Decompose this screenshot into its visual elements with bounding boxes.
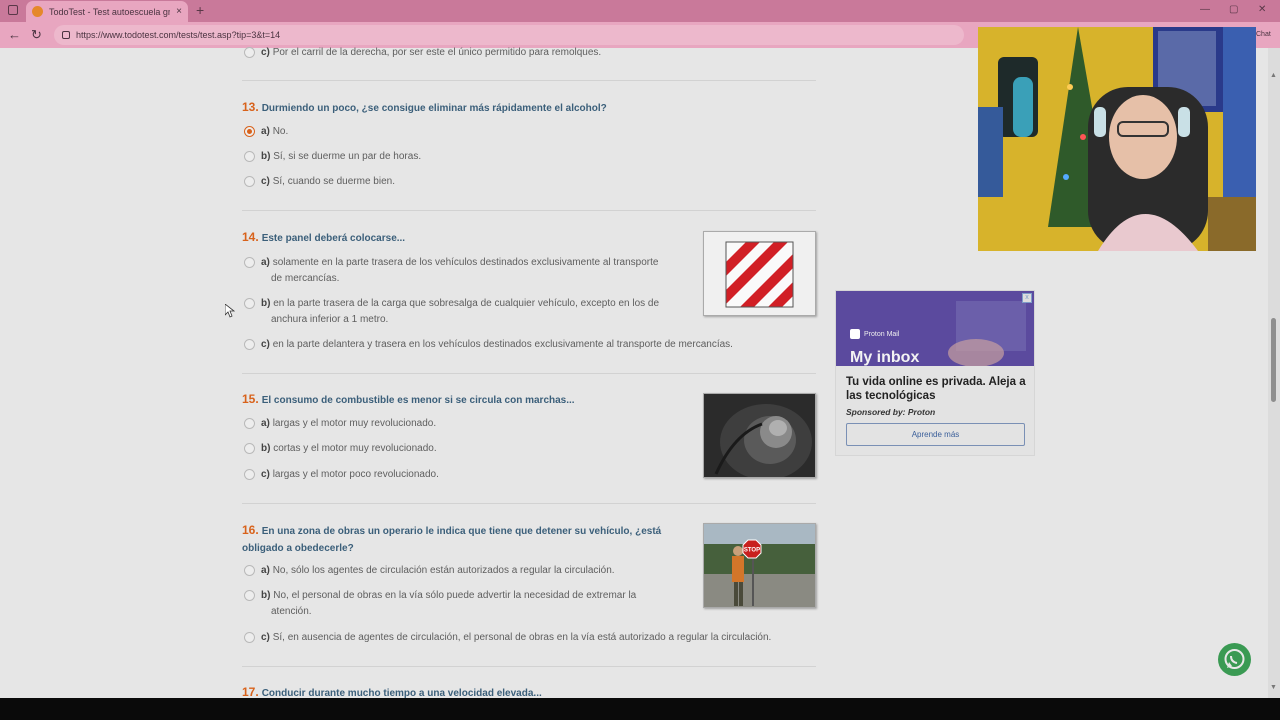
mouse-cursor-icon	[225, 304, 235, 318]
question-15-title: 15. El consumo de combustible es menor si…	[242, 392, 575, 406]
minimize-button[interactable]: —	[1200, 4, 1210, 15]
q16-option-c[interactable]: c) Sí, en ausencia de agentes de circula…	[244, 630, 771, 646]
question-17-title: 17. Conducir durante mucho tiempo a una v…	[242, 685, 542, 699]
ad-banner-image[interactable]: Proton Mail My inbox x	[836, 291, 1034, 366]
ad-choices-icon[interactable]: x	[1022, 293, 1032, 303]
radio-button[interactable]	[244, 176, 255, 187]
reload-icon[interactable]: ↻	[31, 27, 42, 43]
divider	[242, 80, 816, 81]
tab-bar: TodoTest - Test autoescuela grati × + — …	[0, 0, 1280, 22]
page-scrollbar[interactable]: ▲ ▼	[1268, 48, 1280, 698]
tab-title: TodoTest - Test autoescuela grati	[49, 6, 171, 17]
ad-brand: Proton Mail	[864, 331, 900, 338]
proton-ad[interactable]: Proton Mail My inbox x Tu vida online es…	[835, 290, 1035, 456]
maximize-button[interactable]: ▢	[1229, 4, 1238, 15]
divider	[242, 503, 816, 504]
q14-option-a[interactable]: a) solamente en la parte trasera de los …	[244, 255, 658, 287]
close-window-button[interactable]: ✕	[1258, 4, 1266, 15]
q15-option-b[interactable]: b) cortas y el motor muy revolucionado.	[244, 441, 437, 457]
q14-image-striped-panel	[703, 231, 816, 316]
radio-button[interactable]	[244, 443, 255, 454]
q16-image-stop-sign-worker: STOP	[703, 523, 816, 608]
q13-option-b[interactable]: b) Sí, si se duerme un par de horas.	[244, 149, 421, 165]
bottom-bar	[0, 698, 1280, 720]
q16-option-a[interactable]: a) No, sólo los agentes de circulación e…	[244, 563, 615, 579]
divider	[242, 666, 816, 667]
back-arrow-icon[interactable]: ←	[8, 27, 21, 42]
q15-image-gear-stick	[703, 393, 816, 478]
q13-option-a[interactable]: a) No.	[244, 124, 288, 140]
browser-tab[interactable]: TodoTest - Test autoescuela grati ×	[26, 1, 188, 22]
radio-button[interactable]	[244, 632, 255, 643]
webcam-overlay	[978, 27, 1256, 251]
ad-banner-text: My inbox	[850, 349, 920, 366]
todotest-favicon-icon	[32, 6, 43, 17]
tab-close-icon[interactable]: ×	[176, 6, 182, 17]
ad-sponsor: Sponsored by: Proton	[846, 407, 936, 417]
radio-button-selected[interactable]	[244, 126, 255, 137]
new-tab-button[interactable]: +	[196, 2, 204, 18]
scroll-down-icon[interactable]: ▼	[1270, 684, 1277, 691]
q15-option-c[interactable]: c) largas y el motor poco revolucionado.	[244, 467, 439, 483]
window-menu-icon[interactable]	[8, 5, 18, 15]
whatsapp-icon	[1224, 649, 1245, 669]
url-text: https://www.todotest.com/tests/test.asp?…	[76, 30, 281, 40]
radio-button[interactable]	[244, 151, 255, 162]
q13-option-c[interactable]: c) Sí, cuando se duerme bien.	[244, 174, 395, 190]
scrollbar-thumb[interactable]	[1271, 318, 1276, 402]
url-field[interactable]: https://www.todotest.com/tests/test.asp?…	[54, 25, 964, 45]
radio-button[interactable]	[244, 590, 255, 601]
radio-button[interactable]	[244, 298, 255, 309]
q16-option-b[interactable]: b) No, el personal de obras en la vía só…	[244, 588, 636, 620]
whatsapp-button[interactable]	[1218, 643, 1251, 676]
radio-button[interactable]	[244, 339, 255, 350]
ad-cta-button[interactable]: Aprende más	[846, 423, 1025, 446]
question-16-title: 16. En una zona de obras un operario le i…	[242, 523, 662, 554]
q15-option-a[interactable]: a) largas y el motor muy revolucionado.	[244, 416, 436, 432]
prev-option-c[interactable]: c) Por el carril de la derecha, por ser …	[244, 45, 601, 61]
q14-option-c[interactable]: c) en la parte delantera y trasera en lo…	[244, 337, 733, 353]
divider	[242, 373, 816, 374]
q14-option-b[interactable]: b) en la parte trasera de la carga que s…	[244, 296, 659, 328]
question-14-title: 14. Este panel deberá colocarse...	[242, 230, 406, 244]
radio-button[interactable]	[244, 565, 255, 576]
scroll-up-icon[interactable]: ▲	[1270, 72, 1277, 79]
ad-headline[interactable]: Tu vida online es privada. Aleja a las t…	[846, 375, 1030, 403]
radio-button[interactable]	[244, 418, 255, 429]
radio-button[interactable]	[244, 257, 255, 268]
radio-button[interactable]	[244, 47, 255, 58]
stop-sign-text: STOP	[744, 548, 760, 554]
radio-button[interactable]	[244, 469, 255, 480]
chat-label[interactable]: Chat	[1256, 31, 1271, 38]
site-info-icon[interactable]	[62, 31, 70, 39]
divider	[242, 210, 816, 211]
question-13-title: 13. Durmiendo un poco, ¿se consigue elimi…	[242, 100, 607, 114]
